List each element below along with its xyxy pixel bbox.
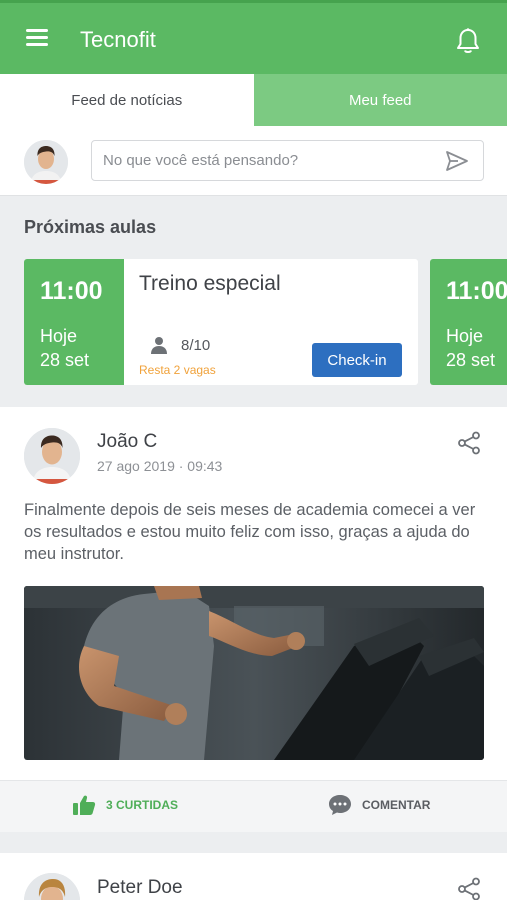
post-author[interactable]: João C — [97, 431, 157, 453]
post-composer — [0, 126, 507, 196]
share-icon[interactable] — [457, 877, 481, 900]
class-time-box: 11:00 Hoje 28 set — [24, 259, 124, 385]
post-author[interactable]: Peter Doe — [97, 877, 183, 899]
bell-icon[interactable] — [455, 27, 481, 55]
class-date: 28 set — [40, 350, 90, 370]
post-timestamp: 27 ago 2019 · 09:43 — [97, 458, 223, 474]
class-name: Treino especial — [139, 272, 281, 295]
class-date: 28 set — [446, 350, 496, 370]
tab-my-feed[interactable]: Meu feed — [253, 74, 507, 126]
person-icon — [151, 336, 167, 354]
post-photo[interactable] — [24, 586, 484, 760]
post-actions-bar: 3 CURTIDAS COMENTAR — [0, 780, 507, 832]
feed-post: Peter Doe — [0, 853, 507, 900]
class-day: Hoje — [40, 326, 78, 346]
send-icon[interactable] — [445, 150, 469, 172]
app-header: Tecnofit — [0, 0, 507, 74]
comment-label: COMENTAR — [362, 798, 431, 812]
author-avatar[interactable] — [24, 873, 80, 900]
menu-icon[interactable] — [26, 29, 52, 49]
app-title: Tecnofit — [80, 27, 156, 52]
class-card[interactable]: 11:00 Hoje 28 set — [430, 259, 507, 385]
comment-button[interactable]: COMENTAR — [328, 794, 430, 816]
class-time: 11:00 — [446, 277, 507, 305]
post-input-box — [91, 140, 484, 181]
user-avatar[interactable] — [24, 140, 68, 184]
thumbs-up-icon — [73, 795, 96, 815]
like-button[interactable]: 3 CURTIDAS — [72, 794, 178, 816]
post-text: Finalmente depois de seis meses de acade… — [24, 501, 476, 563]
class-card[interactable]: 11:00 Hoje 28 set Treino especial 8/10 R… — [24, 259, 418, 385]
tab-news-feed[interactable]: Feed de notícias — [0, 74, 254, 126]
share-icon[interactable] — [457, 431, 481, 455]
feed-post: João C 27 ago 2019 · 09:43 Finalmente de… — [0, 407, 507, 780]
author-avatar[interactable] — [24, 428, 80, 484]
class-time-box: 11:00 Hoje 28 set — [430, 259, 507, 385]
class-slots: 8/10 — [181, 337, 211, 354]
comment-icon — [329, 795, 351, 815]
post-input[interactable] — [92, 141, 422, 180]
likes-count: 3 CURTIDAS — [106, 798, 179, 812]
upcoming-classes-title: Próximas aulas — [24, 217, 157, 237]
remaining-slots: Resta 2 vagas — [139, 363, 216, 377]
class-time: 11:00 — [40, 277, 103, 305]
feed-tabs: Feed de notícias Meu feed — [0, 74, 507, 126]
checkin-button[interactable]: Check-in — [312, 343, 402, 377]
class-day: Hoje — [446, 326, 484, 346]
